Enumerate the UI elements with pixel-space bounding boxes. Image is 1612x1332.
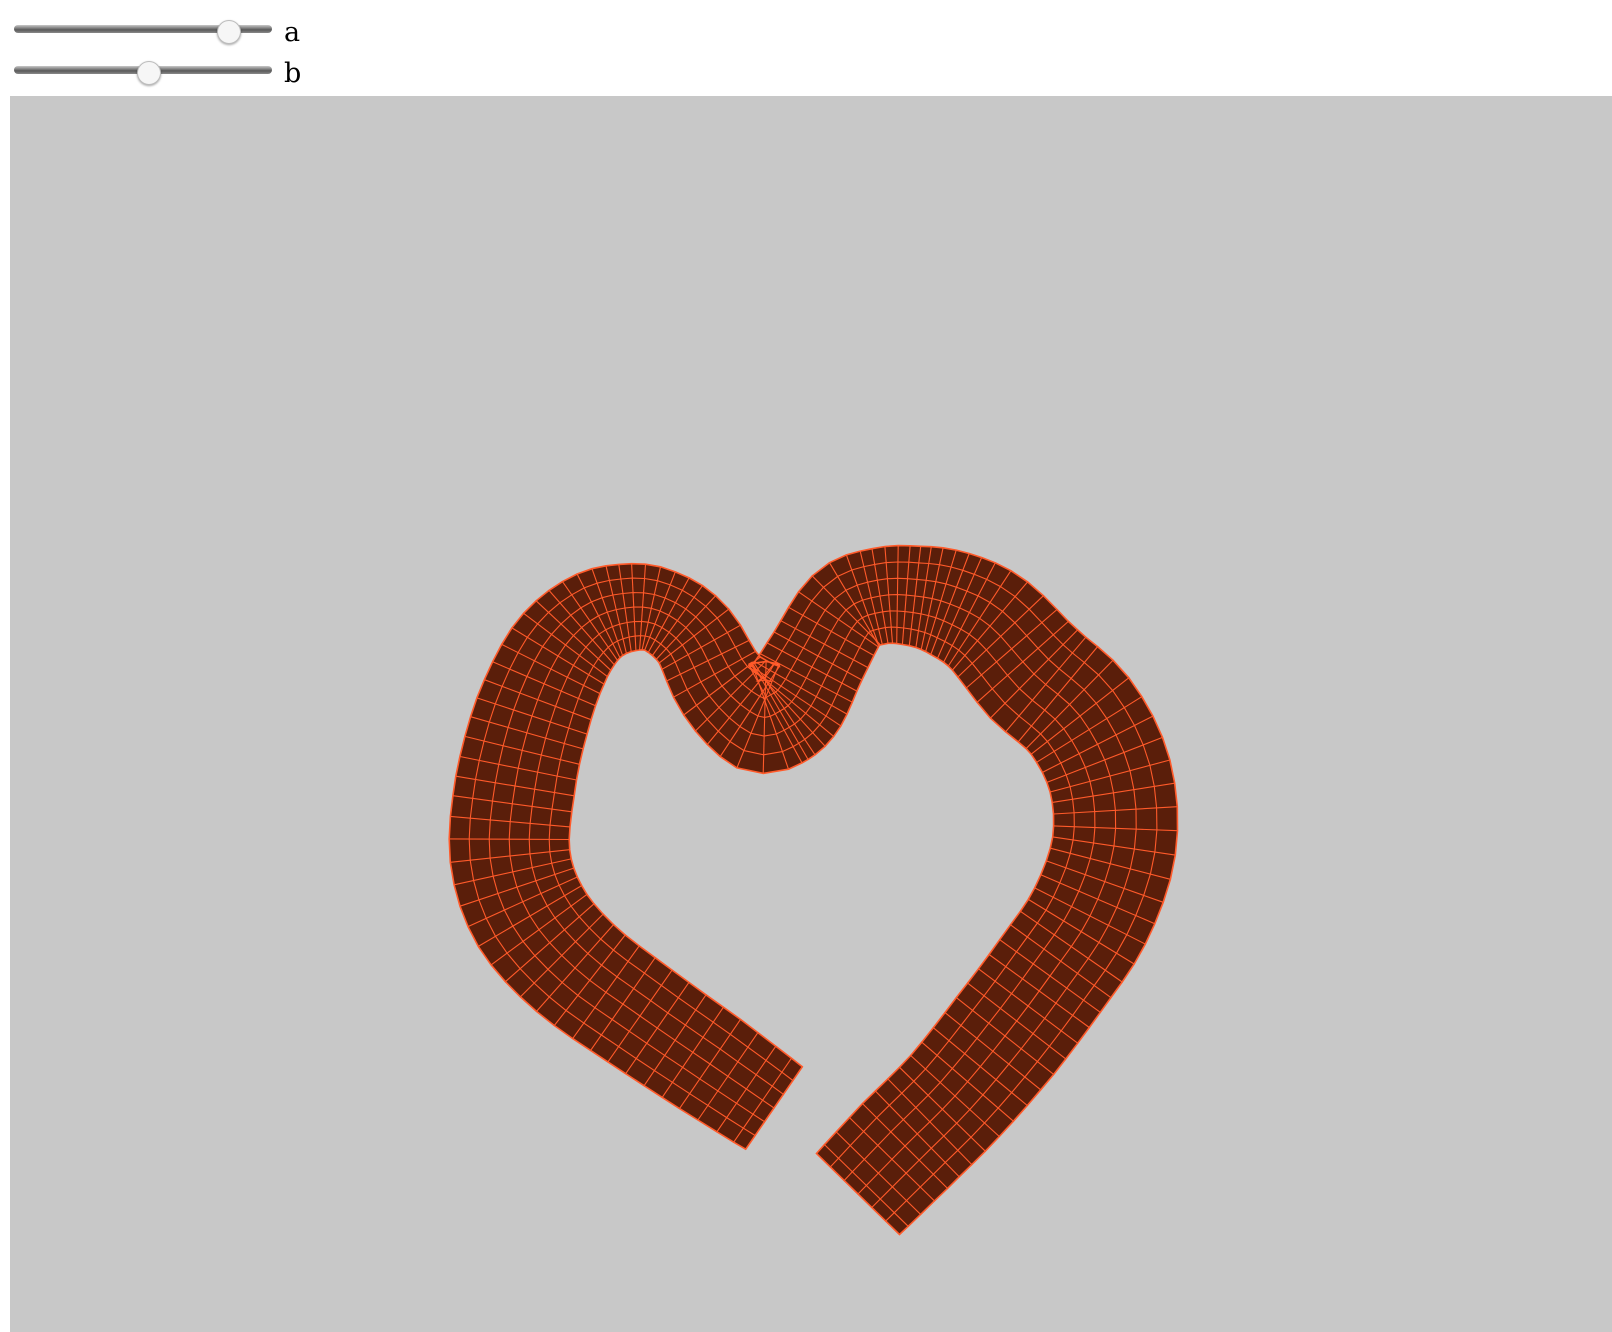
3d-viewport-canvas[interactable]	[10, 96, 1612, 1332]
slider-b-track[interactable]	[14, 61, 272, 85]
slider-a-track[interactable]	[14, 20, 272, 44]
slider-a-label: a	[284, 17, 301, 48]
slider-b-label: b	[284, 58, 302, 89]
slider-a-thumb[interactable]	[217, 20, 242, 44]
ribbon-grid-rung	[449, 838, 570, 841]
slider-panel: a b	[0, 0, 1612, 96]
slider-b-thumb[interactable]	[137, 61, 162, 85]
slider-b-row: b	[14, 59, 334, 89]
heart-ribbon-surface	[448, 544, 1179, 1236]
slider-a-row: a	[14, 18, 334, 48]
